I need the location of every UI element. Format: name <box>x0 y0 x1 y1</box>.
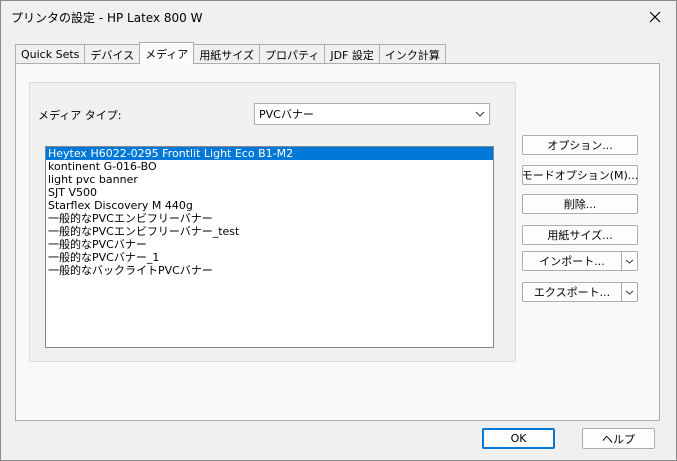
media-type-value: PVCバナー <box>259 108 314 121</box>
tab-bar: Quick Sets デバイス メディア 用紙サイズ プロパティ JDF 設定 … <box>15 42 446 64</box>
media-list-item[interactable]: light pvc banner <box>46 173 493 186</box>
export-split-button: エクスポート... <box>522 282 638 302</box>
media-list-item[interactable]: 一般的なPVCエンビフリーバナー <box>46 212 493 225</box>
tab-ink-calculation[interactable]: インク計算 <box>378 44 446 64</box>
close-button[interactable] <box>640 4 670 30</box>
import-dropdown[interactable] <box>622 251 638 271</box>
window-title: プリンタの設定 - HP Latex 800 W <box>11 11 203 25</box>
media-list-item[interactable]: kontinent G-016-BO <box>46 160 493 173</box>
media-list-item[interactable]: 一般的なPVCエンビフリーバナー_test <box>46 225 493 238</box>
chevron-down-icon <box>471 111 489 117</box>
options-button[interactable]: オプション... <box>522 135 638 155</box>
tab-device[interactable]: デバイス <box>84 44 141 64</box>
media-list-item[interactable]: SJT V500 <box>46 186 493 199</box>
paper-size-button[interactable]: 用紙サイズ... <box>522 225 638 245</box>
media-type-select[interactable]: PVCバナー <box>254 103 490 125</box>
media-list[interactable]: Heytex H6022-0295 Frontlit Light Eco B1-… <box>45 146 494 348</box>
media-tab-panel: メディア タイプ: PVCバナー Heytex H6022-0295 Front… <box>15 63 660 421</box>
printer-settings-dialog: プリンタの設定 - HP Latex 800 W Quick Sets デバイス… <box>0 0 677 461</box>
media-group: メディア タイプ: PVCバナー Heytex H6022-0295 Front… <box>29 82 516 362</box>
tab-jdf-settings[interactable]: JDF 設定 <box>324 44 380 64</box>
media-list-item[interactable]: Starflex Discovery M 440g <box>46 199 493 212</box>
ok-button[interactable]: OK <box>482 428 555 449</box>
media-list-item[interactable]: 一般的なバックライトPVCバナー <box>46 264 493 277</box>
media-type-label: メディア タイプ: <box>38 109 122 122</box>
chevron-down-icon <box>625 290 634 295</box>
help-button[interactable]: ヘルプ <box>582 428 655 449</box>
tab-paper-size[interactable]: 用紙サイズ <box>193 44 260 64</box>
chevron-down-icon <box>625 259 634 264</box>
export-button[interactable]: エクスポート... <box>522 282 622 302</box>
close-icon <box>649 11 661 23</box>
media-list-item[interactable]: 一般的なPVCバナー <box>46 238 493 251</box>
title-bar: プリンタの設定 - HP Latex 800 W <box>1 1 676 33</box>
import-split-button: インポート... <box>522 251 638 271</box>
tab-quick-sets[interactable]: Quick Sets <box>15 44 86 64</box>
tab-properties[interactable]: プロパティ <box>258 44 326 64</box>
media-list-item[interactable]: 一般的なPVCバナー_1 <box>46 251 493 264</box>
mode-options-button[interactable]: モードオプション(M)... <box>522 165 638 185</box>
media-list-item[interactable]: Heytex H6022-0295 Frontlit Light Eco B1-… <box>46 147 493 160</box>
tab-media[interactable]: メディア <box>139 42 195 64</box>
import-button[interactable]: インポート... <box>522 251 622 271</box>
delete-button[interactable]: 削除... <box>522 194 638 214</box>
export-dropdown[interactable] <box>622 282 638 302</box>
